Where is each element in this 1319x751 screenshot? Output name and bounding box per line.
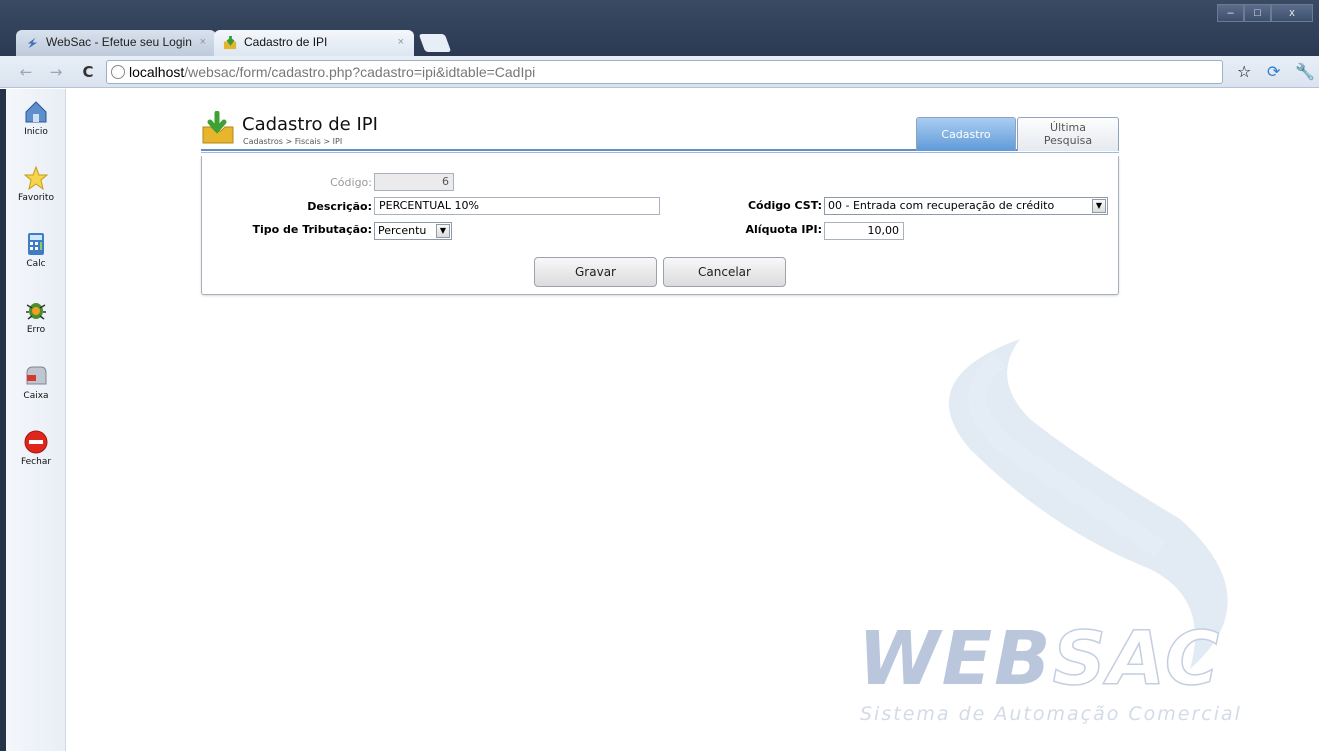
minimize-button[interactable]: – (1217, 4, 1244, 22)
sidebar-item-label: Favorito (18, 193, 54, 203)
codigo-label: Código: (330, 176, 372, 189)
new-tab-button[interactable] (418, 34, 452, 52)
sidebar-item-caixa[interactable]: Caixa (6, 363, 66, 401)
extension-icon[interactable]: ⟳ (1267, 62, 1280, 82)
tipo-tributacao-select[interactable]: Percentu ▼ (374, 222, 452, 240)
tab-close-icon[interactable]: × (200, 30, 206, 54)
tipo-tributacao-label: Tipo de Tributação: (252, 223, 372, 236)
codigo-field: 6 (374, 173, 454, 191)
browser-titlebar: WebSac - Efetue seu Login × Cadastro de … (0, 0, 1319, 56)
watermark-sac: SAC (1052, 616, 1222, 702)
codigo-cst-label: Código CST: (747, 199, 822, 212)
websac-favicon-icon (27, 37, 38, 49)
sidebar-item-favorito[interactable]: Favorito (6, 165, 66, 203)
sidebar-item-label: Erro (26, 325, 46, 335)
watermark-web: WEB (858, 616, 1053, 702)
tab-close-icon[interactable]: × (398, 30, 404, 54)
tab-label-line1: Última (1050, 121, 1086, 134)
address-path: /websac/form/cadastro.php?cadastro=ipi&i… (184, 64, 536, 80)
star-icon (23, 165, 49, 191)
descricao-label: Descrição: (307, 200, 372, 213)
reload-button[interactable]: C (78, 62, 98, 82)
codigo-cst-value: 00 - Entrada com recuperação de crédito (828, 199, 1055, 212)
tab-cadastro-ipi[interactable]: Cadastro de IPI × (214, 30, 414, 56)
download-folder-icon (202, 111, 234, 144)
home-icon (25, 101, 47, 123)
sidebar-item-label: Inicio (24, 127, 48, 137)
aliquota-ipi-label: Alíquota IPI: (745, 223, 822, 236)
tab-title: Cadastro de IPI (244, 35, 328, 49)
sidebar-item-calc[interactable]: Calc (6, 231, 66, 269)
mailbox-icon (26, 366, 47, 385)
breadcrumb: Cadastros > Fiscais > IPI (243, 137, 343, 146)
maximize-button[interactable]: □ (1244, 4, 1271, 22)
sidebar-item-fechar[interactable]: Fechar (6, 429, 66, 467)
browser-toolbar: ← → C localhost/websac/form/cadastro.php… (0, 56, 1319, 88)
sidebar-item-label: Fechar (20, 457, 52, 467)
download-folder-icon (223, 35, 237, 50)
chevron-down-icon[interactable]: ▼ (1092, 199, 1106, 213)
tab-ultima-pesquisa[interactable]: Última Pesquisa (1017, 117, 1119, 151)
websac-watermark-logo: WEBSAC Sistema de Automação Comercial (850, 339, 1300, 729)
calculator-icon (28, 233, 44, 255)
tab-label-line2: Pesquisa (1043, 134, 1093, 147)
tab-websac-login[interactable]: WebSac - Efetue seu Login × (16, 30, 216, 56)
back-button[interactable]: ← (16, 62, 36, 82)
cancel-button[interactable]: Cancelar (663, 257, 786, 287)
wrench-icon[interactable]: 🔧 (1295, 62, 1315, 82)
window-controls: – □ x (1217, 4, 1313, 22)
sidebar-item-erro[interactable]: Erro (6, 297, 66, 335)
tab-title: WebSac - Efetue seu Login (46, 35, 192, 49)
watermark-brand: WEBSAC (858, 616, 1222, 702)
save-button[interactable]: Gravar (534, 257, 657, 287)
sidebar-item-label: Caixa (23, 391, 49, 401)
page-content: Inicio Favorito Calc Erro Caixa Fechar W… (0, 89, 1319, 751)
sidebar: Inicio Favorito Calc Erro Caixa Fechar (0, 89, 66, 751)
codigo-cst-select[interactable]: 00 - Entrada com recuperação de crédito … (824, 197, 1108, 215)
descricao-field[interactable]: PERCENTUAL 10% (374, 197, 660, 215)
tab-cadastro[interactable]: Cadastro (916, 117, 1016, 151)
sidebar-item-inicio[interactable]: Inicio (6, 99, 66, 137)
address-host: localhost (129, 64, 185, 80)
close-window-button[interactable]: x (1271, 4, 1313, 22)
bookmark-star-icon[interactable]: ☆ (1237, 62, 1251, 82)
globe-icon (111, 65, 125, 79)
page-title: Cadastro de IPI (242, 114, 378, 135)
stop-icon (24, 430, 48, 454)
watermark-tagline: Sistema de Automação Comercial (860, 703, 1242, 725)
aliquota-ipi-field[interactable]: 10,00 (824, 222, 904, 240)
tipo-tributacao-value: Percentu (378, 224, 427, 237)
forward-button[interactable]: → (46, 62, 66, 82)
chevron-down-icon[interactable]: ▼ (436, 224, 450, 238)
address-bar[interactable]: localhost/websac/form/cadastro.php?cadas… (106, 60, 1223, 84)
sidebar-item-label: Calc (26, 259, 46, 269)
bug-icon (26, 303, 46, 320)
